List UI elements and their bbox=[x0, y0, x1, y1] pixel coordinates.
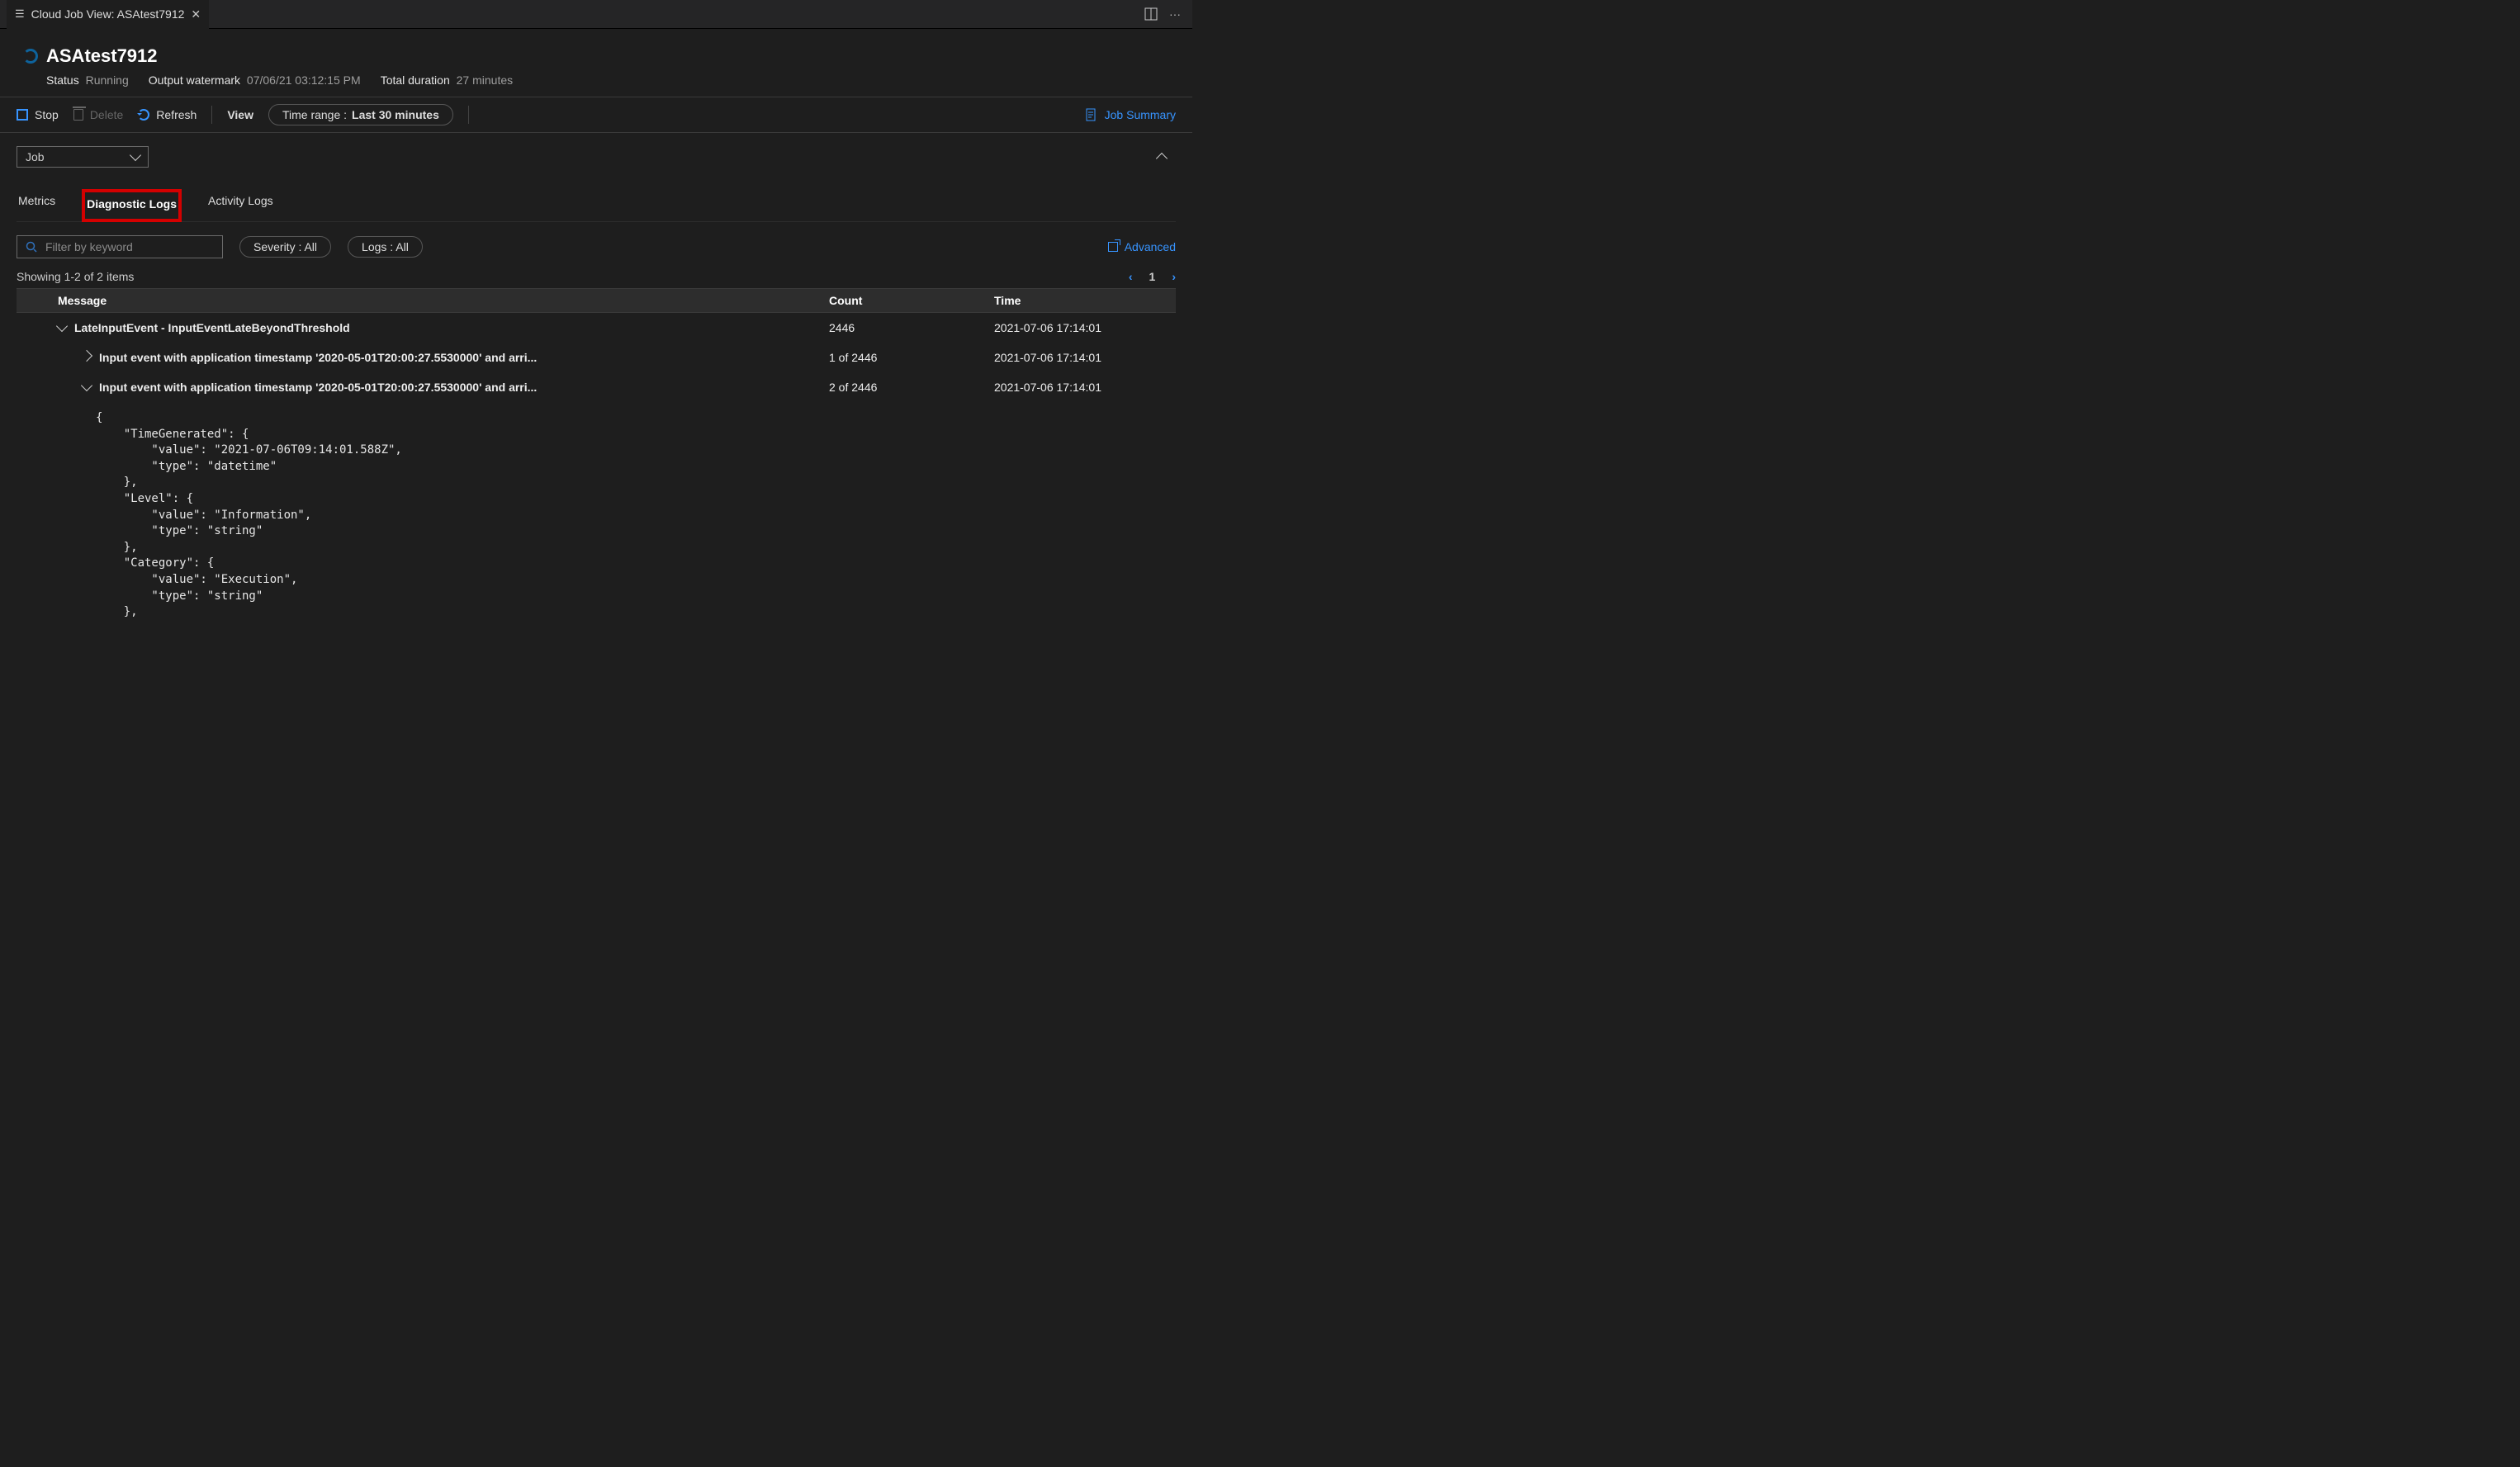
duration-group: Total duration 27 minutes bbox=[381, 73, 513, 87]
refresh-label: Refresh bbox=[156, 108, 197, 121]
select-row: Job bbox=[17, 146, 1176, 168]
job-summary-label: Job Summary bbox=[1105, 108, 1176, 121]
status-label: Status bbox=[46, 73, 79, 87]
row-count: 1 of 2446 bbox=[829, 351, 994, 364]
next-page[interactable]: › bbox=[1172, 270, 1176, 283]
separator bbox=[211, 106, 212, 124]
tab-title: Cloud Job View: ASAtest7912 bbox=[31, 7, 185, 21]
document-icon bbox=[1085, 108, 1098, 121]
row-time: 2021-07-06 17:14:01 bbox=[994, 351, 1176, 364]
status-row: Status Running Output watermark 07/06/21… bbox=[23, 73, 1169, 87]
table-row[interactable]: Input event with application timestamp '… bbox=[17, 372, 1176, 402]
page-number: 1 bbox=[1149, 270, 1156, 283]
stop-button[interactable]: Stop bbox=[17, 108, 59, 121]
scope-select[interactable]: Job bbox=[17, 146, 149, 168]
tab-activity-logs[interactable]: Activity Logs bbox=[206, 189, 275, 221]
editor-tab[interactable]: ☰ Cloud Job View: ASAtest7912 ✕ bbox=[7, 0, 209, 29]
row-message: LateInputEvent - InputEventLateBeyondThr… bbox=[74, 321, 350, 334]
table-row[interactable]: LateInputEvent - InputEventLateBeyondThr… bbox=[17, 313, 1176, 343]
refresh-button[interactable]: Refresh bbox=[138, 108, 197, 121]
row-time: 2021-07-06 17:14:01 bbox=[994, 321, 1176, 334]
job-summary-link[interactable]: Job Summary bbox=[1085, 108, 1176, 121]
section-tabs: Metrics Diagnostic Logs Activity Logs bbox=[17, 189, 1176, 222]
external-link-icon bbox=[1108, 242, 1118, 252]
advanced-link[interactable]: Advanced bbox=[1108, 240, 1176, 253]
time-range-label: Time range : bbox=[282, 108, 347, 121]
delete-button[interactable]: Delete bbox=[73, 108, 123, 121]
refresh-icon bbox=[138, 109, 149, 121]
row-count: 2 of 2446 bbox=[829, 381, 994, 394]
col-message: Message bbox=[17, 294, 829, 307]
results-meta: Showing 1-2 of 2 items ‹ 1 › bbox=[17, 270, 1176, 283]
tabbar-right: ··· bbox=[1144, 7, 1192, 21]
view-label: View bbox=[227, 108, 253, 121]
col-count: Count bbox=[829, 294, 994, 307]
duration-value: 27 minutes bbox=[457, 73, 513, 87]
editor-tabbar: ☰ Cloud Job View: ASAtest7912 ✕ ··· bbox=[0, 0, 1192, 29]
logs-label: Logs : All bbox=[362, 240, 409, 253]
filter-placeholder: Filter by keyword bbox=[45, 240, 133, 253]
table-body: LateInputEvent - InputEventLateBeyondThr… bbox=[17, 313, 1176, 402]
collapse-icon[interactable] bbox=[1156, 153, 1168, 164]
toolbar-left: Stop Delete Refresh View Time range : La… bbox=[17, 104, 469, 125]
row-message: Input event with application timestamp '… bbox=[99, 381, 537, 394]
severity-label: Severity : All bbox=[253, 240, 317, 253]
close-icon[interactable]: ✕ bbox=[191, 7, 201, 21]
tabbar-left: ☰ Cloud Job View: ASAtest7912 ✕ bbox=[7, 0, 209, 29]
content-area: Job Metrics Diagnostic Logs Activity Log… bbox=[0, 133, 1192, 621]
job-header: ASAtest7912 Status Running Output waterm… bbox=[0, 29, 1192, 97]
time-range-pill[interactable]: Time range : Last 30 minutes bbox=[268, 104, 453, 125]
tab-diagnostic-logs[interactable]: Diagnostic Logs bbox=[82, 189, 182, 222]
title-row: ASAtest7912 bbox=[23, 45, 1169, 67]
json-detail: { "TimeGenerated": { "value": "2021-07-0… bbox=[17, 402, 1176, 621]
filter-input[interactable]: Filter by keyword bbox=[17, 235, 223, 258]
duration-label: Total duration bbox=[381, 73, 450, 87]
stop-label: Stop bbox=[35, 108, 59, 121]
col-time: Time bbox=[994, 294, 1176, 307]
filter-row: Filter by keyword Severity : All Logs : … bbox=[17, 235, 1176, 258]
trash-icon bbox=[73, 109, 83, 121]
prev-page[interactable]: ‹ bbox=[1129, 270, 1133, 283]
status-value: Running bbox=[86, 73, 129, 87]
spinner-icon bbox=[23, 49, 38, 64]
tab-metrics[interactable]: Metrics bbox=[17, 189, 57, 221]
toolbar: Stop Delete Refresh View Time range : La… bbox=[0, 97, 1192, 133]
row-message: Input event with application timestamp '… bbox=[99, 351, 537, 364]
delete-label: Delete bbox=[90, 108, 123, 121]
table-row[interactable]: Input event with application timestamp '… bbox=[17, 343, 1176, 372]
more-icon[interactable]: ··· bbox=[1169, 7, 1181, 21]
watermark-group: Output watermark 07/06/21 03:12:15 PM bbox=[149, 73, 361, 87]
table-header: Message Count Time bbox=[17, 288, 1176, 313]
search-icon bbox=[26, 241, 37, 253]
filter-left: Filter by keyword Severity : All Logs : … bbox=[17, 235, 423, 258]
chevron-down-icon bbox=[130, 149, 141, 161]
stop-icon bbox=[17, 109, 28, 121]
watermark-value: 07/06/21 03:12:15 PM bbox=[247, 73, 361, 87]
list-icon: ☰ bbox=[15, 7, 25, 21]
view-button[interactable]: View bbox=[227, 108, 253, 121]
split-editor-icon[interactable] bbox=[1144, 7, 1158, 21]
showing-text: Showing 1-2 of 2 items bbox=[17, 270, 134, 283]
expand-icon[interactable] bbox=[81, 350, 92, 362]
time-range-value: Last 30 minutes bbox=[352, 108, 439, 121]
watermark-label: Output watermark bbox=[149, 73, 240, 87]
row-count: 2446 bbox=[829, 321, 994, 334]
job-title: ASAtest7912 bbox=[46, 45, 158, 67]
expand-icon[interactable] bbox=[56, 320, 68, 332]
advanced-label: Advanced bbox=[1125, 240, 1176, 253]
expand-icon[interactable] bbox=[81, 380, 92, 391]
status-group: Status Running bbox=[46, 73, 129, 87]
logs-filter[interactable]: Logs : All bbox=[348, 236, 423, 258]
row-time: 2021-07-06 17:14:01 bbox=[994, 381, 1176, 394]
separator bbox=[468, 106, 469, 124]
scope-value: Job bbox=[26, 150, 45, 163]
pager: ‹ 1 › bbox=[1129, 270, 1176, 283]
severity-filter[interactable]: Severity : All bbox=[239, 236, 331, 258]
